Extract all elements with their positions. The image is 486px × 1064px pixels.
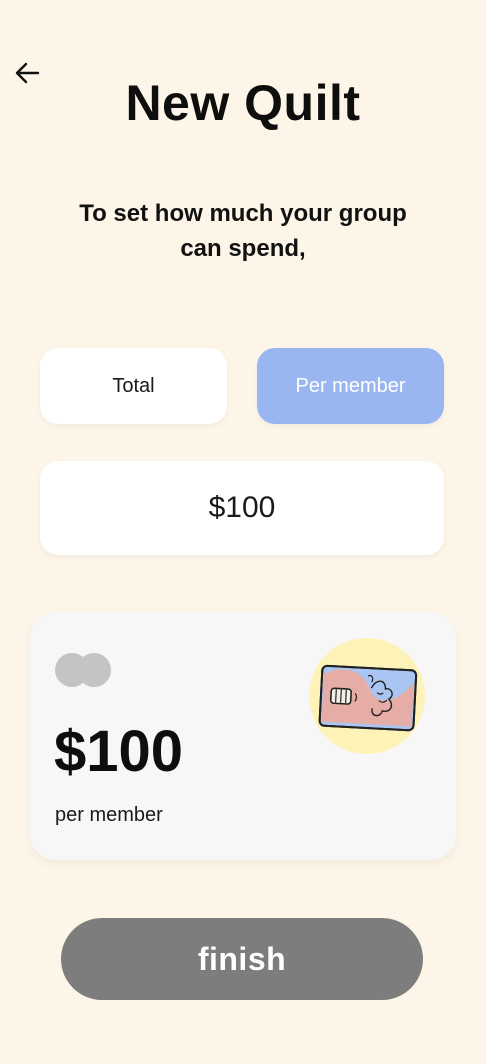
card-brand-circles-icon [55, 653, 111, 687]
amount-input[interactable]: $100 [40, 461, 444, 555]
card-caption: per member [55, 804, 163, 826]
spend-prompt: To set how much your group can spend, [79, 200, 407, 262]
page-title: New Quilt [125, 75, 361, 131]
card-illustration-icon [309, 638, 425, 754]
total-option-button[interactable]: Total [40, 348, 227, 424]
card-preview: $100 per member [30, 612, 456, 860]
card-amount: $100 [54, 719, 184, 784]
per-member-option-button[interactable]: Per member [257, 348, 444, 424]
finish-button[interactable]: finish [61, 918, 423, 1000]
